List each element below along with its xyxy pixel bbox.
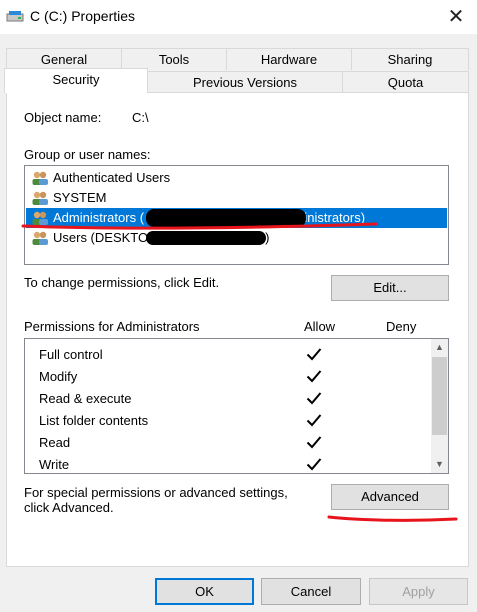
group-names-label: Group or user names:	[24, 147, 151, 162]
tab-security[interactable]: Security	[4, 68, 148, 93]
cancel-button[interactable]: Cancel	[261, 578, 361, 605]
object-name-label: Object name:	[24, 110, 102, 125]
user-list[interactable]: Authenticated Users SYSTEM Administrator…	[24, 165, 449, 265]
checkmark-icon	[306, 370, 322, 383]
special-permissions-text-line1: For special permissions or advanced sett…	[24, 485, 288, 500]
scroll-up-icon[interactable]: ▲	[431, 339, 448, 356]
tab-sharing[interactable]: Sharing	[351, 48, 469, 70]
tab-previous-versions[interactable]: Previous Versions	[147, 71, 343, 93]
user-name: SYSTEM	[53, 190, 107, 205]
edit-button[interactable]: Edit...	[331, 275, 449, 301]
user-item-administrators[interactable]: Administrators (\Administrators)	[26, 208, 447, 228]
object-name-value: C:\	[132, 110, 149, 125]
user-item-users[interactable]: Users (DESKTOP-)	[26, 228, 447, 248]
users-group-icon	[32, 211, 48, 225]
allow-column-header: Allow	[304, 319, 336, 334]
tab-hardware[interactable]: Hardware	[226, 48, 352, 70]
permission-row-list-folder-contents: List folder contents	[25, 409, 429, 431]
users-group-icon	[32, 191, 48, 205]
deny-column-header: Deny	[386, 319, 417, 334]
ok-button[interactable]: OK	[155, 578, 254, 605]
permission-row-modify: Modify	[25, 365, 429, 387]
user-item-system[interactable]: SYSTEM	[26, 188, 447, 208]
tab-general[interactable]: General	[6, 48, 122, 70]
users-group-icon	[32, 171, 48, 185]
tab-tools[interactable]: Tools	[121, 48, 227, 70]
redaction-mark	[146, 209, 306, 227]
user-name: Authenticated Users	[53, 170, 171, 185]
scroll-down-icon[interactable]: ▼	[431, 456, 448, 473]
tab-quota[interactable]: Quota	[342, 71, 469, 93]
window-title: C (C:) Properties	[30, 8, 136, 24]
permissions-list[interactable]: Full control Modify Read & execute List …	[24, 338, 449, 474]
apply-button[interactable]: Apply	[369, 578, 468, 605]
permission-row-read-execute: Read & execute	[25, 387, 429, 409]
permission-row-write: Write	[25, 453, 429, 473]
checkmark-icon	[306, 348, 322, 361]
permission-row-full-control: Full control	[25, 343, 429, 365]
checkmark-icon	[306, 392, 322, 405]
scroll-thumb[interactable]	[432, 357, 447, 435]
users-group-icon	[32, 231, 48, 245]
close-button[interactable]: ✕	[440, 3, 472, 31]
permission-row-read: Read	[25, 431, 429, 453]
permissions-for-label: Permissions for Administrators	[24, 319, 200, 334]
title-bar: C (C:) Properties ✕	[0, 0, 477, 34]
checkmark-icon	[306, 436, 322, 449]
close-icon: ✕	[447, 6, 465, 28]
redaction-mark	[146, 231, 266, 245]
drive-icon	[6, 11, 24, 22]
advanced-button[interactable]: Advanced	[331, 484, 449, 510]
change-permissions-text: To change permissions, click Edit.	[24, 275, 220, 290]
special-permissions-text-line2: click Advanced.	[24, 500, 114, 515]
checkmark-icon	[306, 458, 322, 471]
permissions-scrollbar[interactable]: ▲ ▼	[431, 339, 448, 473]
checkmark-icon	[306, 414, 322, 427]
user-item-authenticated-users[interactable]: Authenticated Users	[26, 168, 447, 188]
